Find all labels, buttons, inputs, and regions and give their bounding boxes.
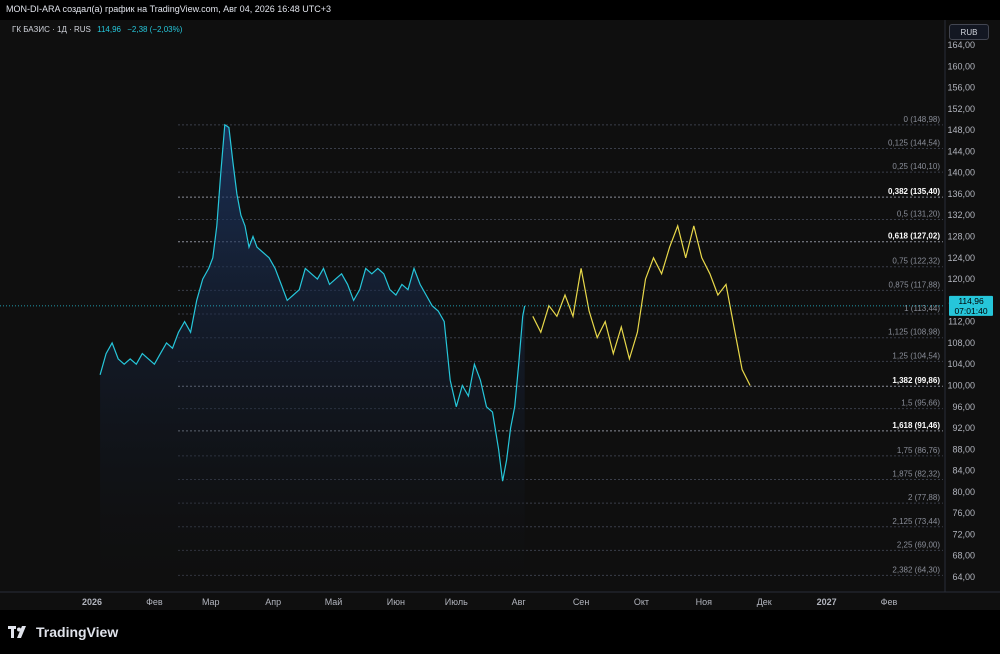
fib-level-label: 0,25 (140,10): [892, 162, 940, 171]
fib-level-label: 1,75 (86,76): [897, 446, 940, 455]
symbol-legend[interactable]: ГК БАЗИС · 1Д · RUS 114,96 −2,38 (−2,03%…: [12, 25, 182, 34]
fib-level-label: 2,125 (73,44): [892, 517, 940, 526]
price-tick-label: 76,00: [952, 508, 975, 518]
time-tick-label: Сен: [573, 597, 590, 607]
fib-level-label: 2 (77,88): [908, 493, 940, 502]
price-tick-label: 80,00: [952, 487, 975, 497]
fib-level-label: 0,125 (144,54): [888, 139, 940, 148]
time-tick-label: Фев: [146, 597, 163, 607]
price-tick-label: 96,00: [952, 402, 975, 412]
price-tick-label: 128,00: [947, 232, 975, 242]
legend-price: 114,96: [97, 25, 121, 34]
price-tick-label: 156,00: [947, 83, 975, 93]
price-tick-label: 120,00: [947, 274, 975, 284]
time-tick-label: Июн: [387, 597, 405, 607]
brand-name: TradingView: [36, 624, 119, 640]
price-tick-label: 64,00: [952, 572, 975, 582]
tradingview-logo-icon: [8, 626, 26, 638]
attribution-bar: MON-DI-ARA создал(а) график на TradingVi…: [0, 0, 1000, 20]
fib-level-label: 0 (148,98): [904, 115, 941, 124]
price-tick-label: 136,00: [947, 189, 975, 199]
currency-button[interactable]: RUB: [949, 24, 989, 40]
time-tick-label: 2027: [817, 597, 837, 607]
price-tick-label: 100,00: [947, 380, 975, 390]
price-tick-label: 164,00: [947, 40, 975, 50]
time-tick-label: Дек: [757, 597, 772, 607]
fib-level-label: 1,125 (108,98): [888, 328, 940, 337]
price-tick-label: 160,00: [947, 61, 975, 71]
price-tick-label: 88,00: [952, 444, 975, 454]
footer-bar: TradingView: [0, 610, 1000, 654]
price-tick-label: 72,00: [952, 529, 975, 539]
symbol-name: ГК БАЗИС · 1Д · RUS: [12, 25, 91, 34]
price-tick-label: 152,00: [947, 104, 975, 114]
price-tick-label: 148,00: [947, 125, 975, 135]
fib-level-label: 0,5 (131,20): [897, 209, 940, 218]
legend-change: −2,38 (−2,03%): [127, 25, 183, 34]
chart-pane[interactable]: 0 (148,98) 0,125 (144,54) 0,25 (140,10) 0,3…: [0, 20, 1000, 610]
time-tick-label: Мар: [202, 597, 220, 607]
fib-level-label: 1,5 (95,66): [901, 399, 940, 408]
price-chart[interactable]: 0 (148,98) 0,125 (144,54) 0,25 (140,10) 0,3…: [0, 20, 1000, 610]
price-tick-label: 104,00: [947, 359, 975, 369]
tradingview-logo[interactable]: TradingView: [8, 624, 118, 640]
price-tick-label: 84,00: [952, 466, 975, 476]
price-tick-label: 124,00: [947, 253, 975, 263]
fib-level-label: 0,618 (127,02): [888, 232, 940, 241]
time-tick-label: 2026: [82, 597, 102, 607]
price-tick-label: 132,00: [947, 210, 975, 220]
price-tick-label: 144,00: [947, 146, 975, 156]
fib-level-label: 1,618 (91,46): [892, 421, 940, 430]
time-tick-label: Фев: [881, 597, 898, 607]
fib-level-label: 0,875 (117,88): [889, 280, 941, 289]
fib-level-label: 1 (113,44): [904, 304, 940, 313]
fib-level-label: 1,875 (82,32): [892, 470, 940, 479]
fib-level-label: 1,382 (99,86): [892, 376, 940, 385]
fib-level-label: 0,75 (122,32): [892, 257, 940, 266]
fib-level-label: 0,382 (135,40): [888, 187, 940, 196]
price-tick-label: 140,00: [947, 168, 975, 178]
last-price-countdown: 07:01:40: [954, 306, 987, 316]
fib-level-label: 2,382 (64,30): [892, 565, 940, 574]
price-tick-label: 68,00: [952, 551, 975, 561]
fib-level-label: 1,25 (104,54): [892, 351, 940, 360]
price-tick-label: 112,00: [948, 317, 975, 327]
time-tick-label: Июль: [445, 597, 468, 607]
fib-level-label: 2,25 (69,00): [897, 540, 940, 549]
time-tick-label: Май: [325, 597, 343, 607]
time-tick-label: Ноя: [696, 597, 713, 607]
time-tick-label: Авг: [512, 597, 527, 607]
price-tick-label: 108,00: [947, 338, 975, 348]
price-tick-label: 92,00: [952, 423, 975, 433]
last-price-value: 114,96: [958, 296, 984, 306]
attribution-text: MON-DI-ARA создал(а) график на TradingVi…: [6, 4, 331, 14]
price-area-fill: [100, 124, 525, 578]
time-tick-label: Окт: [634, 597, 649, 607]
time-tick-label: Апр: [265, 597, 281, 607]
